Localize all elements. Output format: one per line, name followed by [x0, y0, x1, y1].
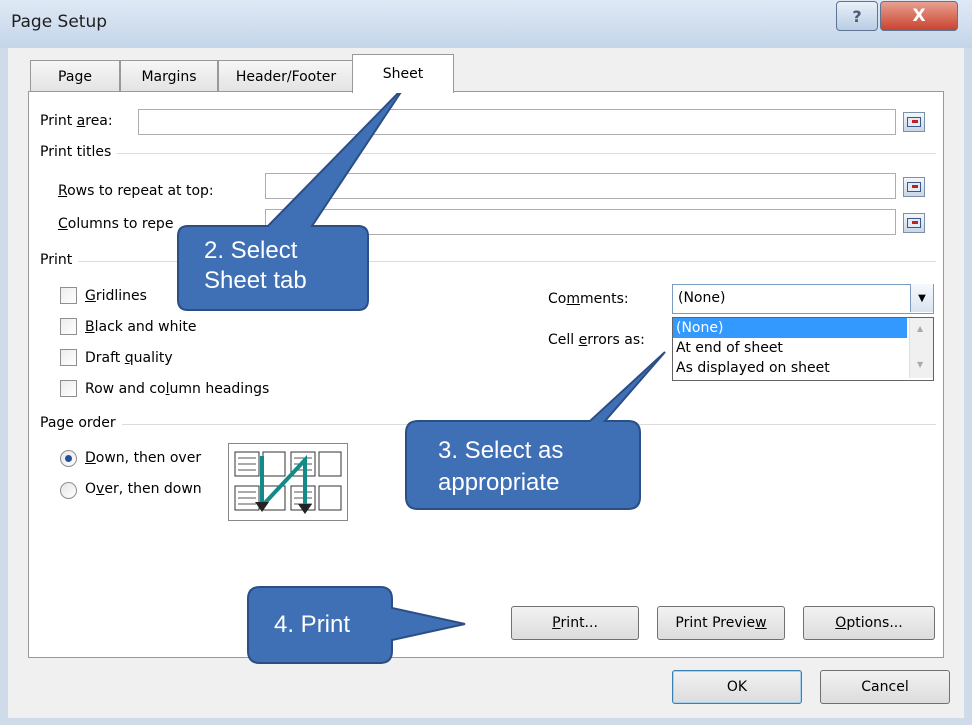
tab-sheet[interactable]: Sheet — [352, 54, 454, 93]
callout-layer — [177, 85, 666, 664]
callout-2-line1: 2. Select — [204, 237, 298, 264]
callout-3-line1: 3. Select as — [438, 437, 564, 464]
tab-label: Sheet — [382, 66, 424, 82]
callout-4-text: 4. Print — [274, 611, 351, 638]
callout-2-line2: Sheet tab — [204, 267, 307, 294]
callout-3-line2: appropriate — [438, 469, 560, 496]
